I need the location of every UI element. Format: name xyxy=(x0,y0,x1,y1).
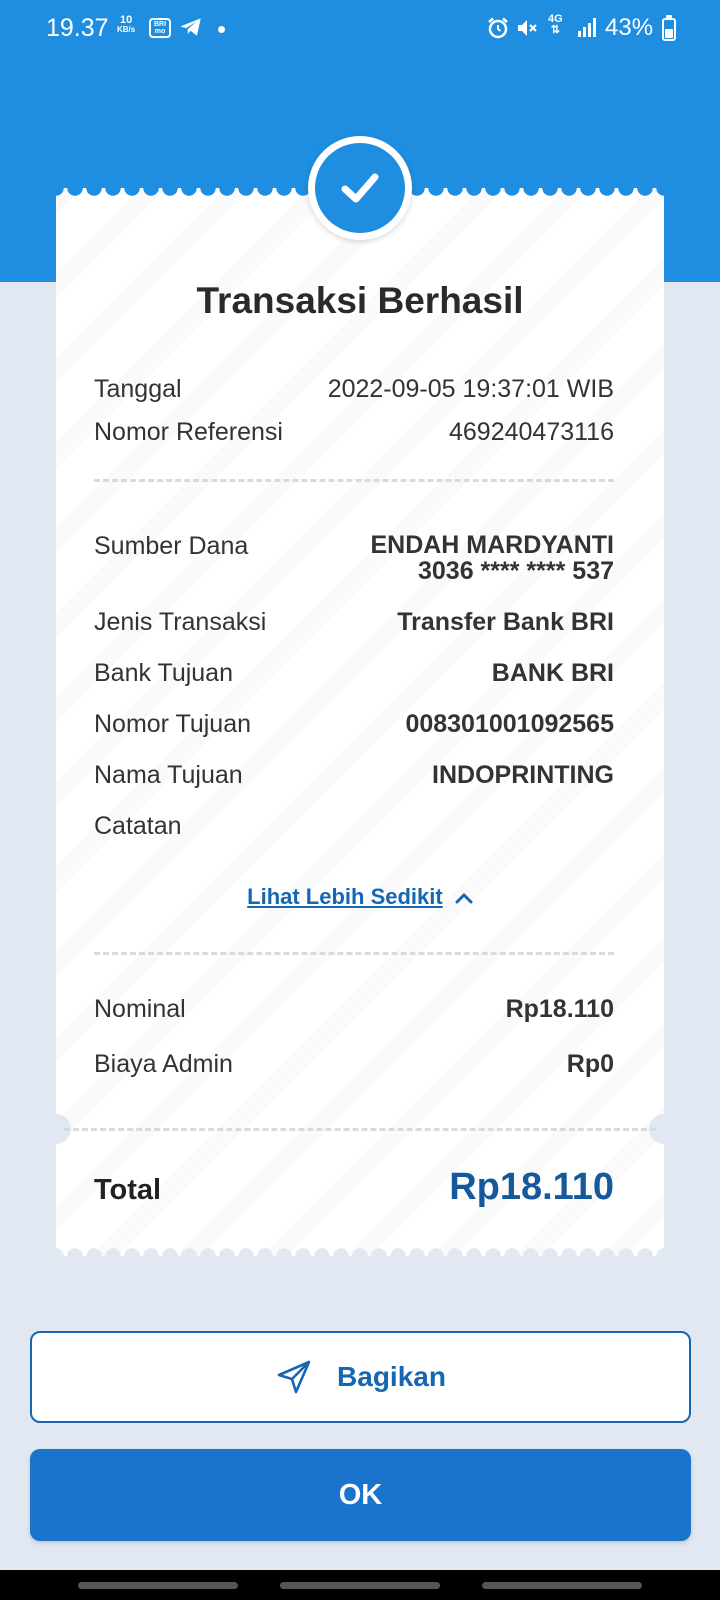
status-time: 19.37 xyxy=(46,14,109,42)
reference-label: Nomor Referensi xyxy=(94,418,283,446)
transaction-status-title: Transaksi Berhasil xyxy=(196,280,524,321)
network-type: 4G ⇅ xyxy=(548,13,563,36)
telegram-icon xyxy=(178,14,204,47)
destination-bank-value: BANK BRI xyxy=(491,659,614,687)
alarm-icon xyxy=(486,16,510,47)
total-value: Rp18.110 xyxy=(449,1166,614,1208)
share-button[interactable]: Bagikan xyxy=(30,1331,691,1423)
status-bar: 19.37 10 KB/s BRI mo 4G ⇅ 43% xyxy=(0,0,720,58)
nominal-label: Nominal xyxy=(94,995,186,1023)
transaction-type-value: Transfer Bank BRI xyxy=(397,608,614,636)
total-label: Total xyxy=(94,1174,162,1206)
reference-value: 469240473116 xyxy=(449,418,614,446)
date-label: Tanggal xyxy=(94,375,182,403)
destination-name-value: INDOPRINTING xyxy=(432,761,614,789)
source-name: ENDAH MARDYANTI xyxy=(370,531,614,559)
nav-handle[interactable] xyxy=(280,1582,440,1589)
network-type-label: 4G xyxy=(548,13,563,25)
source-label: Sumber Dana xyxy=(94,532,249,560)
admin-fee-label: Biaya Admin xyxy=(94,1050,233,1078)
divider xyxy=(94,952,614,955)
destination-number-value: 008301001092565 xyxy=(405,710,614,738)
network-speed: 10 KB/s xyxy=(117,15,135,35)
destination-bank-label: Bank Tujuan xyxy=(94,659,233,687)
network-speed-unit: KB/s xyxy=(117,25,136,34)
note-label: Catatan xyxy=(94,812,182,840)
battery-percent: 43% xyxy=(605,14,654,41)
nav-handle[interactable] xyxy=(78,1582,238,1589)
ok-button[interactable]: OK xyxy=(30,1449,691,1541)
date-value: 2022-09-05 19:37:01 WIB xyxy=(327,375,614,403)
source-account: 3036 **** **** 537 xyxy=(418,557,614,585)
chevron-up-icon[interactable] xyxy=(449,884,473,909)
admin-fee-value: Rp0 xyxy=(566,1050,614,1078)
source-value: ENDAH MARDYANTI 3036 **** **** 537 xyxy=(370,532,614,584)
signal-icon xyxy=(577,16,599,45)
notification-dot-icon xyxy=(218,26,225,33)
check-icon xyxy=(315,143,405,233)
divider xyxy=(64,1128,656,1131)
mute-icon xyxy=(515,16,539,47)
success-badge xyxy=(308,136,412,240)
battery-icon xyxy=(662,15,676,41)
brimo-notification-icon: BRI mo xyxy=(149,18,171,38)
nav-handle[interactable] xyxy=(482,1582,642,1589)
send-icon xyxy=(275,1358,313,1396)
destination-name-label: Nama Tujuan xyxy=(94,761,243,789)
navigation-bar xyxy=(0,1570,720,1600)
show-less-label[interactable]: Lihat Lebih Sedikit xyxy=(247,884,443,909)
share-label: Bagikan xyxy=(337,1361,446,1392)
show-less-link[interactable]: Lihat Lebih Sedikit xyxy=(56,884,664,910)
divider xyxy=(94,479,614,482)
nominal-value: Rp18.110 xyxy=(505,995,614,1023)
destination-number-label: Nomor Tujuan xyxy=(94,710,252,738)
transaction-type-label: Jenis Transaksi xyxy=(94,608,267,636)
